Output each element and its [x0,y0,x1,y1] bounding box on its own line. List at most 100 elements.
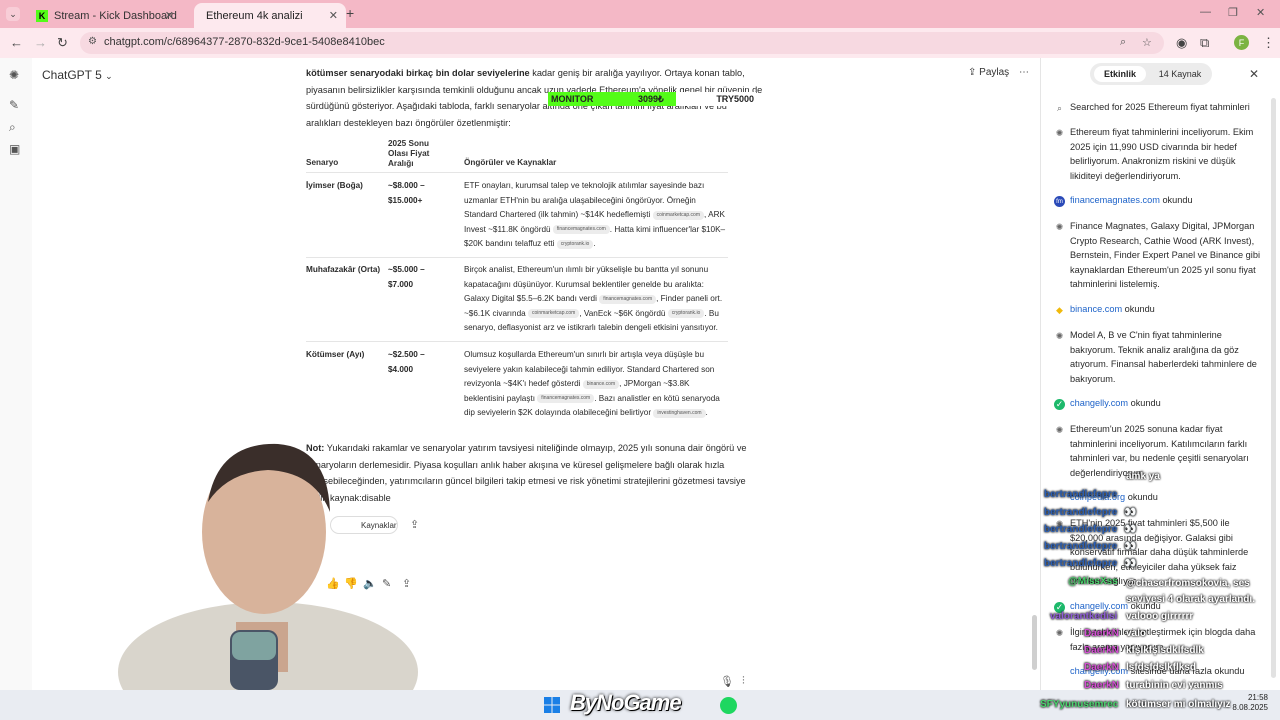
source-chip[interactable]: coinmarketcap.com [527,309,580,319]
source-link[interactable]: binance.com [1070,304,1122,314]
chat-username: valorantkedisi [1050,611,1118,622]
chat-username: bertrandlefepre [1044,489,1118,500]
microphone-grille [232,632,276,660]
chat-username: SFYyunusemrec [1040,699,1119,710]
voice-mode-icon[interactable]: ⫶ [742,675,745,688]
webcam-overlay [118,443,418,690]
url-text: chatgpt.com/c/68964377-2870-832d-9ce1-54… [104,36,385,48]
site-info-icon[interactable]: ⚙ [88,36,97,47]
chat-username: bertrandlefepre [1044,558,1118,569]
model-name: ChatGPT 5 [42,68,102,82]
thinking-icon: ✺ [1055,425,1064,435]
source-suffix: okundu [1125,492,1158,502]
taskbar-clock[interactable]: 21:58 8.08.2025 [1218,693,1268,713]
chat-username: DaerkN [1084,645,1120,656]
source-chip[interactable]: coinmarketcap.com [652,210,705,220]
tab-search-icon[interactable]: ⌄ [6,7,20,21]
table-row-text: ETF onayları, kurumsal talep ve teknoloj… [464,179,728,252]
reload-icon[interactable]: ↻ [57,35,68,51]
source-link[interactable]: changelly.com [1070,398,1128,408]
source-link[interactable]: financemagnates.com [1070,195,1160,205]
model-selector[interactable]: ChatGPT 5 ⌄ [42,68,113,82]
chat-message: 👀 [1124,541,1137,552]
conversation-scrollbar[interactable] [1032,615,1037,670]
close-tab-icon[interactable]: ✕ [165,9,174,22]
spotify-icon[interactable] [720,697,737,714]
profile-avatar[interactable]: F [1234,35,1249,50]
source-chip[interactable]: cryptorank.io [667,309,705,319]
share-button[interactable]: ⇪ Paylaş [968,67,1009,78]
search-icon[interactable]: ⌕ [9,120,16,135]
chat-username: @MissXss [1068,576,1118,587]
close-tab-icon[interactable]: ✕ [329,9,338,22]
table-row-range: ~$8.000 – $15.000+ [388,181,425,205]
tab-kick-dashboard[interactable]: K Stream - Kick Dashboard ✕ [24,3,182,28]
source-chip[interactable]: financemagnates.com [599,294,657,304]
source-link[interactable]: changelly.com [1070,601,1128,611]
activity-item: Ethereum fiyat tahminlerini inceliyorum.… [1070,127,1254,181]
zoom-icon[interactable]: ⌕ [1120,36,1126,49]
address-bar-row: ← → ↻ ⚙ chatgpt.com/c/68964377-2870-832d… [0,28,1280,58]
source-chip[interactable]: financemagnates.com [552,225,610,235]
chat-username: DaerkN [1084,662,1120,673]
chat-message: 👀 [1124,524,1137,535]
table-header-range: 2025 Sonu Olası Fiyat Aralığı [388,139,430,168]
library-icon[interactable]: ▣ [9,142,20,156]
table-row-range: ~$2.500 – $4.000 [388,350,425,374]
search-icon: ⌕ [1056,103,1063,113]
close-icon[interactable]: ✕ [1249,67,1259,81]
share-icon: ⇪ [968,67,977,78]
activity-item: Searched for 2025 Ethereum fiyat tahminl… [1070,102,1250,112]
share-label: Paylaş [979,67,1010,78]
bookmark-star-icon[interactable]: ☆ [1142,36,1152,49]
table-divider [306,257,728,258]
extension-icon[interactable]: ◉ [1176,35,1187,51]
intro-bold: kötümser senaryodaki birkaç bin dolar se… [306,68,530,78]
tab-ethereum-analizi[interactable]: Ethereum 4k analizi ✕ [194,3,346,28]
activity-item: financemagnates.com okundu [1070,193,1260,208]
screen: ⌄ K Stream - Kick Dashboard ✕ Ethereum 4… [0,0,1280,720]
chat-username: bertrandlefepre [1044,507,1118,518]
maximize-icon[interactable]: ❐ [1228,6,1238,19]
back-icon[interactable]: ← [10,35,23,50]
source-chip[interactable]: cryptorank.io [556,239,594,249]
more-options-icon[interactable]: ⋯ [1019,67,1029,78]
chat-message: valo [1126,628,1147,639]
table-header-sources: Öngörüler ve Kaynaklar [464,158,557,167]
source-chip[interactable]: financemagnates.com [537,394,595,404]
chatgpt-logo-icon[interactable]: ✺ [9,68,19,82]
site-favicon-icon: ✓ [1054,399,1065,410]
monitor-value: 3099₺ [638,94,664,104]
chat-message: amk ya [1126,471,1160,482]
url-field[interactable]: ⚙ chatgpt.com/c/68964377-2870-832d-9ce1-… [80,32,1164,54]
mic-icon[interactable]: 🎙 [720,675,734,688]
sidebar-scrollbar[interactable] [1271,98,1276,678]
tab-sources[interactable]: 14 Kaynak [1152,66,1208,82]
bynogame-logo: ByNoGame [570,690,682,715]
thinking-icon: ✺ [1055,331,1064,341]
activity-item: changelly.com okundu [1070,396,1260,411]
activity-item: Model A, B ve C'nin fiyat tahminlerine b… [1070,330,1257,384]
extensions-puzzle-icon[interactable]: ⧉ [1200,35,1209,51]
tab-label: Stream - Kick Dashboard [54,9,177,22]
source-chip[interactable]: binance.com [582,379,620,389]
forward-icon[interactable]: → [34,35,47,50]
source-chip[interactable]: investinghaven.com [653,408,706,418]
new-chat-icon[interactable]: ✎ [9,98,19,112]
tab-activity[interactable]: Etkinlik [1094,66,1146,82]
minimize-icon[interactable]: — [1200,6,1211,18]
windows-start-icon[interactable] [544,697,560,713]
chat-message: kfşlkfşlsdklfsdlk [1126,645,1204,656]
site-favicon-icon: fm [1054,196,1065,207]
chat-message: 👀 [1124,507,1137,518]
table-divider [306,341,728,342]
chat-message: lsfdsfdslkflksd [1126,662,1197,673]
new-tab-icon[interactable]: + [346,5,354,21]
source-suffix: okundu [1122,304,1155,314]
activity-item: binance.com okundu [1070,302,1260,317]
table-header-scenario: Senaryo [306,158,339,167]
row-text-d: . [705,408,708,418]
window-close-icon[interactable]: ✕ [1256,6,1265,19]
tab-label: Ethereum 4k analizi [206,9,303,22]
browser-menu-icon[interactable]: ⋮ [1262,35,1275,51]
